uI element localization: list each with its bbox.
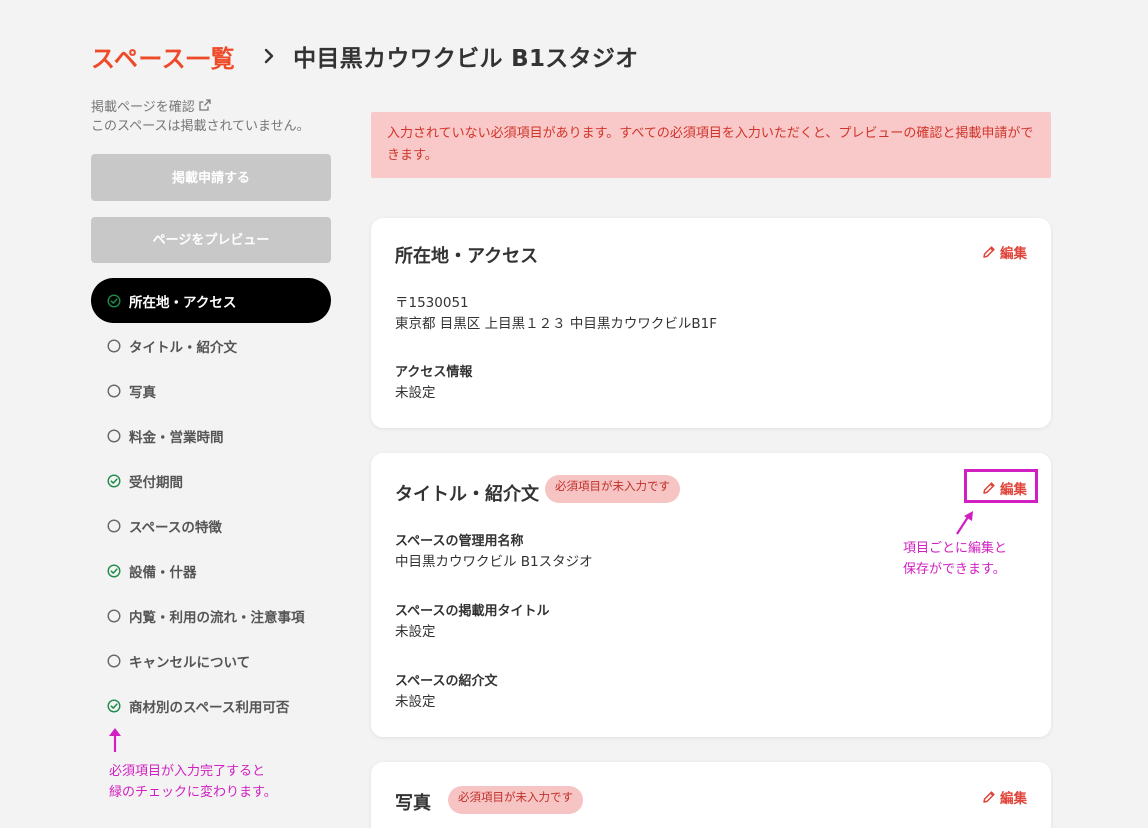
annotation-highlight-box: [964, 469, 1038, 503]
admin-name-value: 中目黒カウワクビル B1スタジオ: [395, 554, 593, 570]
empty-circle-icon: [107, 383, 121, 398]
sidebar-nav-item[interactable]: 内覧・利用の流れ・注意事項: [91, 593, 331, 638]
annotation-checkmark-note: 必須項目が入力完了すると 緑のチェックに変わります。: [109, 761, 277, 803]
card-title: タイトル・紹介文: [395, 484, 539, 505]
access-info-label: アクセス情報: [395, 365, 473, 380]
edit-button[interactable]: 編集: [982, 787, 1027, 807]
listing-title-label: スペースの掲載用タイトル: [395, 604, 550, 619]
empty-circle-icon: [107, 518, 121, 533]
sidebar-nav-label: タイトル・紹介文: [129, 339, 237, 356]
sidebar-nav-item[interactable]: 写真: [91, 368, 331, 413]
required-missing-badge: 必須項目が未入力です: [448, 786, 583, 814]
card-title: 写真: [395, 793, 431, 814]
sidebar-nav-label: 写真: [129, 384, 156, 401]
required-missing-badge: 必須項目が未入力です: [545, 475, 680, 503]
section-nav: 所在地・アクセス タイトル・紹介文 写真料金・営業時間 受付期間スペースの特徴 設備・什…: [91, 278, 331, 728]
chevron-right-icon: [259, 46, 279, 66]
empty-circle-icon: [107, 608, 121, 623]
check-circle-icon: [107, 698, 121, 713]
sidebar-nav-label: 受付期間: [129, 474, 183, 491]
card-photos: 写真 必須項目が未入力です 編集: [371, 762, 1051, 828]
sidebar-nav-item[interactable]: 受付期間: [91, 458, 331, 503]
sidebar-nav-label: 設備・什器: [129, 564, 197, 581]
card-location-access: 所在地・アクセス 編集 〒1530051 東京都 目黒区 上目黒１２３ 中目黒カ…: [371, 218, 1051, 428]
intro-label: スペースの紹介文: [395, 674, 498, 689]
postal-code: 〒1530051: [395, 295, 469, 311]
breadcrumb-space-list-link[interactable]: スペース一覧: [91, 39, 235, 74]
edit-button[interactable]: 編集: [982, 242, 1027, 262]
sidebar-nav-item[interactable]: 商材別のスペース利用可否: [91, 683, 331, 728]
annotation-left-line2: 緑のチェックに変わります。: [109, 785, 277, 800]
sidebar: 掲載ページを確認 このスペースは掲載されていません。 掲載申請する ページをプレ…: [91, 94, 331, 728]
breadcrumb: スペース一覧 中目黒カウワクビル B1スタジオ: [91, 38, 638, 74]
edit-label: 編集: [1000, 246, 1027, 262]
check-circle-icon: [107, 563, 121, 578]
confirm-listing-link[interactable]: 掲載ページを確認: [91, 94, 331, 116]
apply-listing-button[interactable]: 掲載申請する: [91, 154, 331, 201]
admin-name-label: スペースの管理用名称: [395, 534, 524, 549]
empty-circle-icon: [107, 428, 121, 443]
sidebar-nav-label: スペースの特徴: [129, 519, 222, 536]
sidebar-nav-item[interactable]: タイトル・紹介文: [91, 323, 331, 368]
intro-value: 未設定: [395, 694, 436, 710]
pencil-icon: [983, 246, 995, 258]
sidebar-nav-label: 料金・営業時間: [129, 429, 224, 446]
preview-page-button[interactable]: ページをプレビュー: [91, 217, 331, 263]
annotation-right-line1: 項目ごとに編集と: [903, 541, 1008, 556]
sidebar-nav-item[interactable]: スペースの特徴: [91, 503, 331, 548]
arrow-up-icon: [106, 727, 124, 757]
arrow-up-right-icon: [955, 510, 977, 540]
empty-circle-icon: [107, 653, 121, 668]
check-circle-icon: [107, 473, 121, 488]
confirm-listing-label: 掲載ページを確認: [91, 99, 195, 115]
card-title: 所在地・アクセス: [395, 246, 539, 267]
page-title: 中目黒カウワクビル B1スタジオ: [293, 46, 639, 72]
sidebar-nav-item[interactable]: 設備・什器: [91, 548, 331, 593]
address: 東京都 目黒区 上目黒１２３ 中目黒カウワクビルB1F: [395, 316, 717, 332]
sidebar-nav-item[interactable]: 料金・営業時間: [91, 413, 331, 458]
listing-title-value: 未設定: [395, 624, 436, 640]
check-circle-icon: [107, 293, 121, 308]
sidebar-nav-item[interactable]: キャンセルについて: [91, 638, 331, 683]
empty-circle-icon: [107, 338, 121, 353]
sidebar-nav-item[interactable]: 所在地・アクセス: [91, 278, 331, 323]
sidebar-nav-label: 商材別のスペース利用可否: [129, 699, 290, 716]
card-title-intro: タイトル・紹介文 必須項目が未入力です 編集 スペースの管理用名称 中目黒カウワ…: [371, 453, 1051, 737]
sidebar-nav-label: キャンセルについて: [129, 654, 251, 671]
pencil-icon: [983, 791, 995, 803]
annotation-edit-note: 項目ごとに編集と 保存ができます。: [903, 538, 1007, 580]
annotation-right-line2: 保存ができます。: [903, 562, 1006, 577]
sidebar-nav-label: 内覧・利用の流れ・注意事項: [129, 609, 305, 626]
external-link-icon: [199, 99, 211, 111]
required-fields-alert: 入力されていない必須項目があります。すべての必須項目を入力いただくと、プレビュー…: [371, 112, 1051, 178]
not-published-text: このスペースは掲載されていません。: [91, 119, 310, 134]
annotation-left-line1: 必須項目が入力完了すると: [109, 764, 266, 779]
access-info-value: 未設定: [395, 385, 436, 401]
sidebar-nav-label: 所在地・アクセス: [129, 294, 237, 311]
edit-label: 編集: [1000, 791, 1027, 807]
